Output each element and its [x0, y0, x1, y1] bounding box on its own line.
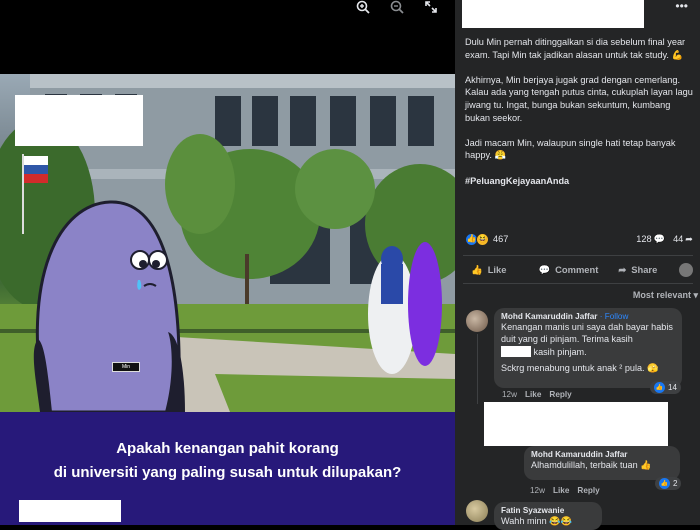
comment-meta: 12w Like Reply — [502, 390, 572, 399]
like-reaction-icon: 👍 — [654, 382, 665, 393]
more-options-icon[interactable]: ••• — [675, 0, 688, 13]
comment-reaction-count: 14 — [668, 383, 677, 392]
comment-author-name: Mohd Kamaruddin Jaffar — [501, 312, 598, 321]
redacted-block — [15, 95, 143, 146]
redacted-block — [484, 402, 668, 446]
redacted-block — [19, 500, 121, 522]
comment-meta: 12w Like Reply — [530, 486, 600, 495]
banner-caption: Apakah kenangan pahit korang di universi… — [0, 437, 455, 485]
haha-reaction-icon: 😆 — [476, 232, 489, 246]
comment-text-line: kasih pinjam. — [501, 345, 675, 358]
comment-like-button[interactable]: Like — [553, 486, 569, 495]
banner-line-2: di universiti yang paling susah untuk di… — [53, 464, 402, 481]
divider — [463, 283, 693, 284]
comment-text: Wahh minn 😂😂 — [501, 516, 572, 526]
zoom-out-icon[interactable] — [387, 0, 407, 14]
share-count[interactable]: 44 ➦ — [673, 233, 693, 246]
comment-text: kasih pinjam. — [533, 346, 587, 357]
comment-avatar[interactable] — [466, 310, 488, 332]
comment-bubble-icon: 💬 — [653, 233, 666, 244]
character-name-tag: Min — [112, 362, 140, 372]
post-paragraph: Dulu Min pernah ditinggalkan si dia sebe… — [465, 37, 686, 60]
share-count-value: 44 — [673, 233, 684, 244]
divider — [463, 255, 693, 256]
comment-reply-button[interactable]: Reply — [577, 486, 599, 495]
comment-text: Sckrg menabung untuk anak ² pula. 🫣 — [501, 362, 659, 373]
comment-count[interactable]: 128 💬 — [636, 233, 665, 246]
profile-avatar[interactable] — [679, 263, 693, 277]
post-actions: 👍 Like 💬 Comment ➦ Share — [463, 260, 693, 280]
comment-text: Alhamdulillah, terbaik tuan 👍 — [531, 460, 652, 470]
redacted-header — [462, 0, 644, 28]
comment-bubble: Fatin Syazwanie Wahh minn 😂😂 — [494, 502, 602, 530]
media-viewer: Min Apakah kenangan pahit korang di univ… — [0, 0, 455, 525]
like-label: Like — [487, 263, 507, 275]
comment-text: Kenangan manis uni saya dah bayar habis … — [501, 322, 673, 345]
comment-reactions[interactable]: 👍 14 — [650, 381, 681, 394]
comment-reply-button[interactable]: Reply — [549, 390, 571, 399]
share-button[interactable]: ➦ Share — [618, 264, 657, 277]
comment-reactions[interactable]: 👍 2 — [655, 477, 682, 490]
like-reaction-icon: 👍 — [659, 478, 670, 489]
chevron-down-icon: ▾ — [693, 290, 698, 300]
comment-button[interactable]: 💬 Comment — [538, 264, 598, 277]
comment-bubble: Mohd Kamaruddin Jaffar · Follow Kenangan… — [494, 308, 682, 388]
reply-bubble: Mohd Kamaruddin Jaffar Alhamdulillah, te… — [524, 446, 680, 480]
comment-time[interactable]: 12w — [502, 390, 517, 399]
comment-author-name[interactable]: Fatin Syazwanie — [501, 506, 595, 515]
redacted-mention — [501, 345, 531, 357]
comment-author[interactable]: Mohd Kamaruddin Jaffar · Follow — [501, 312, 675, 321]
share-label: Share — [631, 263, 658, 275]
post-paragraph: Akhirnya, Min berjaya jugak grad dengan … — [465, 74, 693, 123]
comment-like-button[interactable]: Like — [525, 390, 541, 399]
thumbs-up-icon: 👍 — [471, 263, 483, 275]
sort-dropdown[interactable]: Most relevant ▾ — [633, 289, 698, 302]
follow-link[interactable]: · Follow — [600, 312, 629, 321]
post-body: Dulu Min pernah ditinggalkan si dia sebe… — [465, 36, 693, 200]
thread-line — [477, 334, 478, 404]
viewer-toolbar — [353, 0, 441, 14]
reaction-summary[interactable]: 👍 😆 467 128 💬 44 ➦ — [465, 232, 693, 246]
zoom-in-icon[interactable] — [353, 0, 373, 14]
reaction-count: 467 — [493, 233, 509, 244]
sort-label: Most relevant — [632, 290, 691, 300]
like-button[interactable]: 👍 Like — [471, 264, 506, 277]
share-arrow-icon: ➦ — [685, 233, 693, 244]
comment-count-value: 128 — [636, 233, 652, 244]
share-icon: ➦ — [618, 263, 627, 275]
comment-label: Comment — [555, 263, 599, 275]
comment-avatar[interactable] — [466, 500, 488, 522]
comment-author-name[interactable]: Mohd Kamaruddin Jaffar — [531, 450, 673, 459]
comment-reaction-count: 2 — [673, 479, 678, 488]
banner-line-1: Apakah kenangan pahit korang — [116, 440, 339, 457]
post-paragraph: Jadi macam Min, walaupun single hati tet… — [465, 137, 676, 161]
comment-icon: 💬 — [538, 263, 551, 275]
fullscreen-icon[interactable] — [421, 0, 441, 14]
comment-time[interactable]: 12w — [530, 486, 545, 495]
hashtag-link[interactable]: #PeluangKejayaanAnda — [465, 175, 693, 188]
